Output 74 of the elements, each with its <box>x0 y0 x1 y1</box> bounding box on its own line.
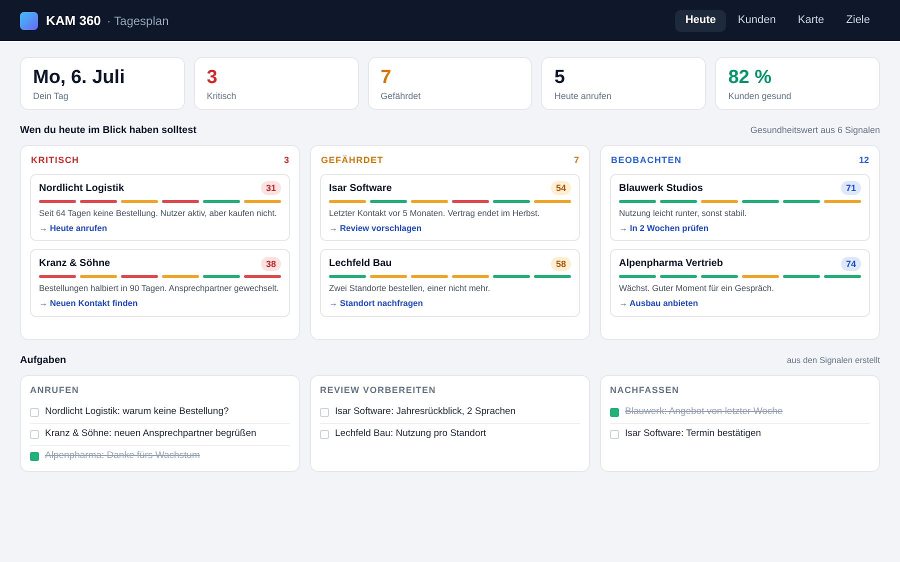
account-note: Wächst. Guter Moment für ein Gespräch. <box>619 282 775 294</box>
stat-label: Gefährdet <box>380 90 422 103</box>
task-text: Isar Software: Jahresrückblick, 2 Sprachen <box>335 404 516 419</box>
account-name: Nordlicht Logistik <box>39 182 124 196</box>
action-link[interactable]: → In 2 Wochen prüfen <box>619 222 861 234</box>
account-name: Blauwerk Studios <box>619 182 703 196</box>
section-title: Wen du heute im Blick haben solltest <box>20 124 197 138</box>
account-name: Isar Software <box>329 182 392 196</box>
column-count: 12 <box>858 154 869 167</box>
action-link[interactable]: → Standort nachfragen <box>329 297 571 310</box>
task-checkbox[interactable] <box>610 430 619 439</box>
task-group-title: NACHFASSEN <box>610 384 680 397</box>
account-card[interactable]: Blauwerk Studios 71 Nutzung leicht runter, sonst stabil. → In 2 Wochen prüfen <box>610 174 870 242</box>
action-link[interactable]: → Heute anrufen <box>39 222 281 234</box>
task-checkbox[interactable] <box>30 452 39 461</box>
stat-label: Heute anrufen <box>554 90 612 103</box>
account-card[interactable]: Kranz & Söhne 38 Bestellungen halbiert in 90 Tagen. Ansprechpartner gewechselt. → Neuen Kontakt finden <box>30 249 290 317</box>
task-checkbox[interactable] <box>320 430 329 439</box>
score-badge: 38 <box>260 256 281 271</box>
account-note: Bestellungen halbiert in 90 Tagen. Ansprechpartner gewechselt. <box>39 282 280 294</box>
app-title: KAM 360 <box>46 12 101 30</box>
task-text: Kranz & Söhne: neuen Ansprechpartner begrüßen <box>45 426 256 441</box>
nav-tab[interactable]: Karte <box>788 10 834 32</box>
account-name: Lechfeld Bau <box>329 257 392 272</box>
task-checkbox[interactable] <box>320 408 329 416</box>
account-card[interactable]: Alpenpharma Vertrieb 74 Wächst. Guter Moment für ein Gespräch. → Ausbau anbieten <box>610 249 870 317</box>
column-title: GEFÄHRDET <box>321 154 384 167</box>
score-badge: 74 <box>840 256 861 271</box>
stat-value: 82 % <box>728 67 772 89</box>
task-text: Lechfeld Bau: Nutzung pro Standort <box>335 427 486 442</box>
stat-value: 3 <box>206 67 218 89</box>
action-link[interactable]: → Neuen Kontakt finden <box>39 297 281 310</box>
stat-value: 7 <box>380 67 392 89</box>
task-checkbox[interactable] <box>610 408 619 416</box>
section-note: Gesundheitswert aus 6 Signalen <box>750 124 880 137</box>
page-subtitle: · Tagesplan <box>106 12 169 30</box>
task-group-title: REVIEW VORBEREITEN <box>320 384 437 397</box>
account-card[interactable]: Lechfeld Bau 58 Zwei Standorte bestellen, einer nicht mehr. → Standort nachfragen <box>320 249 580 317</box>
task-checkbox[interactable] <box>30 408 39 416</box>
score-badge: 31 <box>260 181 281 195</box>
section-note: aus den Signalen erstellt <box>786 354 880 367</box>
task-text: Blauwerk: Angebot von letzter Woche <box>625 404 783 419</box>
logo-icon <box>20 12 38 30</box>
nav-tab[interactable]: Kunden <box>728 10 786 32</box>
account-name: Kranz & Söhne <box>39 257 110 272</box>
score-badge: 58 <box>550 256 571 271</box>
account-note: Nutzung leicht runter, sonst stabil. <box>619 206 748 218</box>
stat-value: Mo, 6. Juli <box>33 67 126 89</box>
stat-label: Kunden gesund <box>728 90 792 103</box>
column-count: 7 <box>574 154 579 167</box>
nav-tab[interactable]: Ziele <box>836 10 880 32</box>
score-badge: 54 <box>550 181 571 195</box>
account-card[interactable]: Isar Software 54 Letzter Kontakt vor 5 Monaten. Vertrag endet im Herbst. → Review vorschlagen <box>320 174 580 242</box>
action-link[interactable]: → Ausbau anbieten <box>619 297 861 310</box>
account-note: Zwei Standorte bestellen, einer nicht mehr. <box>329 282 492 294</box>
task-text: Isar Software: Termin bestätigen <box>625 427 762 442</box>
column-count: 3 <box>284 154 289 167</box>
task-text: Alpenpharma: Danke fürs Wachstum <box>45 449 200 464</box>
task-checkbox[interactable] <box>30 430 39 438</box>
account-card[interactable]: Nordlicht Logistik 31 Seit 64 Tagen keine Bestellung. Nutzer aktiv, aber kaufen nicht. → Heute anrufen <box>30 174 290 242</box>
nav-tab[interactable]: Heute <box>675 10 726 32</box>
column-title: KRITISCH <box>31 154 80 167</box>
task-text: Nordlicht Logistik: warum keine Bestellung? <box>45 404 229 419</box>
action-link[interactable]: → Review vorschlagen <box>329 222 571 234</box>
stat-value: 5 <box>554 67 566 89</box>
account-note: Seit 64 Tagen keine Bestellung. Nutzer aktiv, aber kaufen nicht. <box>39 206 278 218</box>
score-badge: 71 <box>840 181 861 195</box>
task-group-title: ANRUFEN <box>30 384 80 397</box>
stat-label: Dein Tag <box>33 90 70 103</box>
section-title: Aufgaben <box>20 354 66 368</box>
column-title: BEOBACHTEN <box>611 154 682 167</box>
account-note: Letzter Kontakt vor 5 Monaten. Vertrag endet im Herbst. <box>329 206 541 218</box>
account-name: Alpenpharma Vertrieb <box>619 257 723 272</box>
stat-label: Kritisch <box>206 90 238 103</box>
